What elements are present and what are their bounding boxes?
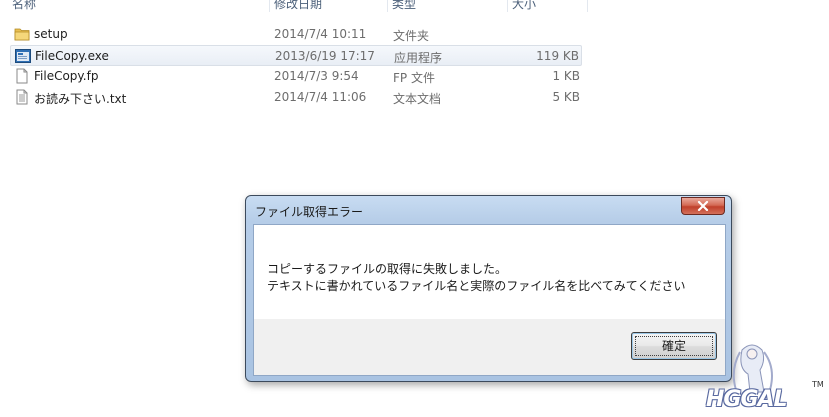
- file-type: 文本文档: [393, 92, 442, 106]
- file-type: 文件夹: [393, 29, 430, 43]
- exe-icon: [15, 48, 31, 64]
- file-row-readme-txt[interactable]: お読み下さい.txt 2014/7/4 11:06 文本文档 5 KB: [10, 87, 582, 108]
- file-row-filecopy-exe[interactable]: FileCopy.exe 2013/6/19 17:17 应用程序 119 KB: [10, 45, 582, 66]
- file-date: 2014/7/3 9:54: [274, 69, 359, 83]
- file-name: FileCopy.fp: [34, 69, 99, 83]
- file-name: お読み下さい.txt: [34, 92, 127, 106]
- file-size: 1 KB: [552, 69, 580, 83]
- dialog-title: ファイル取得エラー: [255, 205, 364, 219]
- file-type: 应用程序: [394, 51, 443, 65]
- trademark-mark: TM: [812, 380, 824, 389]
- close-button[interactable]: [681, 197, 725, 215]
- folder-icon: [14, 26, 30, 42]
- file-type: FP 文件: [393, 71, 435, 85]
- column-header-date[interactable]: 修改日期: [270, 0, 388, 12]
- column-header-type[interactable]: 类型: [388, 0, 508, 12]
- file-date: 2014/7/4 11:06: [274, 90, 367, 104]
- column-header-size[interactable]: 大小: [508, 0, 588, 12]
- column-header-name[interactable]: 名称: [8, 0, 270, 12]
- file-name: setup: [34, 27, 68, 41]
- file-date: 2014/7/4 10:11: [274, 27, 367, 41]
- file-date: 2013/6/19 17:17: [275, 49, 375, 63]
- hggal-watermark: HGGAL TM: [700, 340, 829, 417]
- file-size: 119 KB: [536, 49, 579, 63]
- error-dialog: ファイル取得エラー コピーするファイルの取得に失敗しました。 テキストに書かれて…: [245, 195, 732, 382]
- message-area: コピーするファイルの取得に失敗しました。 テキストに書かれているファイル名と実際…: [254, 225, 725, 319]
- dialog-body: コピーするファイルの取得に失敗しました。 テキストに書かれているファイル名と実際…: [253, 224, 726, 376]
- file-icon: [14, 68, 30, 84]
- text-file-icon: [14, 89, 30, 105]
- file-row-setup[interactable]: setup 2014/7/4 10:11 文件夹: [10, 24, 582, 45]
- file-row-filecopy-fp[interactable]: FileCopy.fp 2014/7/3 9:54 FP 文件 1 KB: [10, 66, 582, 87]
- file-size: 5 KB: [552, 90, 580, 104]
- error-message-line-2: テキストに書かれているファイル名と実際のファイル名を比べてみてください: [267, 279, 686, 293]
- watermark-text: HGGAL: [706, 387, 788, 412]
- column-header: 名称 修改日期 类型 大小: [0, 0, 829, 13]
- close-icon: [697, 201, 709, 211]
- error-message-line-1: コピーするファイルの取得に失敗しました。: [267, 262, 508, 276]
- file-name: FileCopy.exe: [35, 49, 109, 63]
